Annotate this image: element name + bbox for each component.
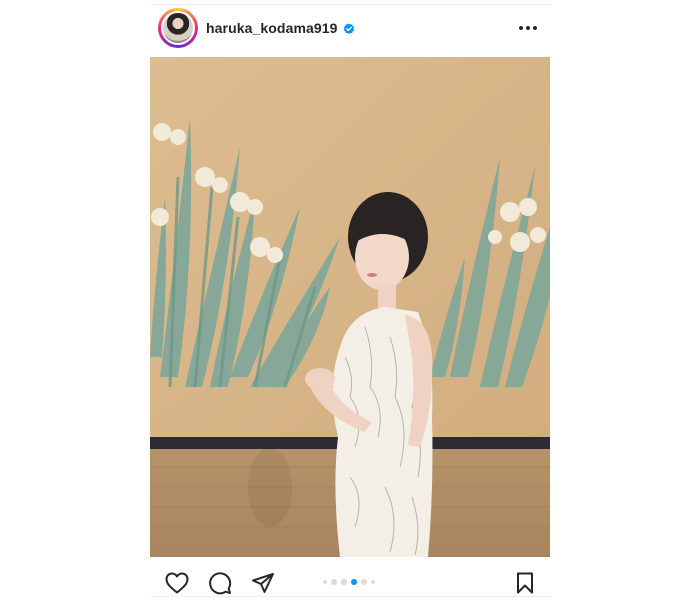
post-photo[interactable] [150,57,550,557]
post-header: haruka_kodama919 [150,6,550,52]
comment-icon[interactable] [207,570,233,596]
username-link[interactable]: haruka_kodama919 [206,20,338,36]
carousel-dot [371,580,375,584]
carousel-dot [331,579,337,585]
story-ring[interactable] [158,8,198,48]
share-icon[interactable] [250,570,276,596]
avatar-image [163,13,193,43]
more-options-icon[interactable] [516,18,540,38]
verified-badge-icon [343,22,355,34]
avatar[interactable] [161,11,195,45]
heart-icon[interactable] [164,570,190,596]
photo-illustration [150,57,550,557]
instagram-post: haruka_kodama919 [150,0,550,600]
carousel-dot [361,579,367,585]
action-bar [150,566,550,598]
username-row: haruka_kodama919 [206,18,355,38]
carousel-dot-active [351,579,357,585]
top-divider [150,4,550,5]
bottom-divider [150,596,550,597]
carousel-dots [323,579,375,585]
bookmark-icon[interactable] [512,570,538,596]
carousel-dot [323,580,327,584]
carousel-dot [341,579,347,585]
